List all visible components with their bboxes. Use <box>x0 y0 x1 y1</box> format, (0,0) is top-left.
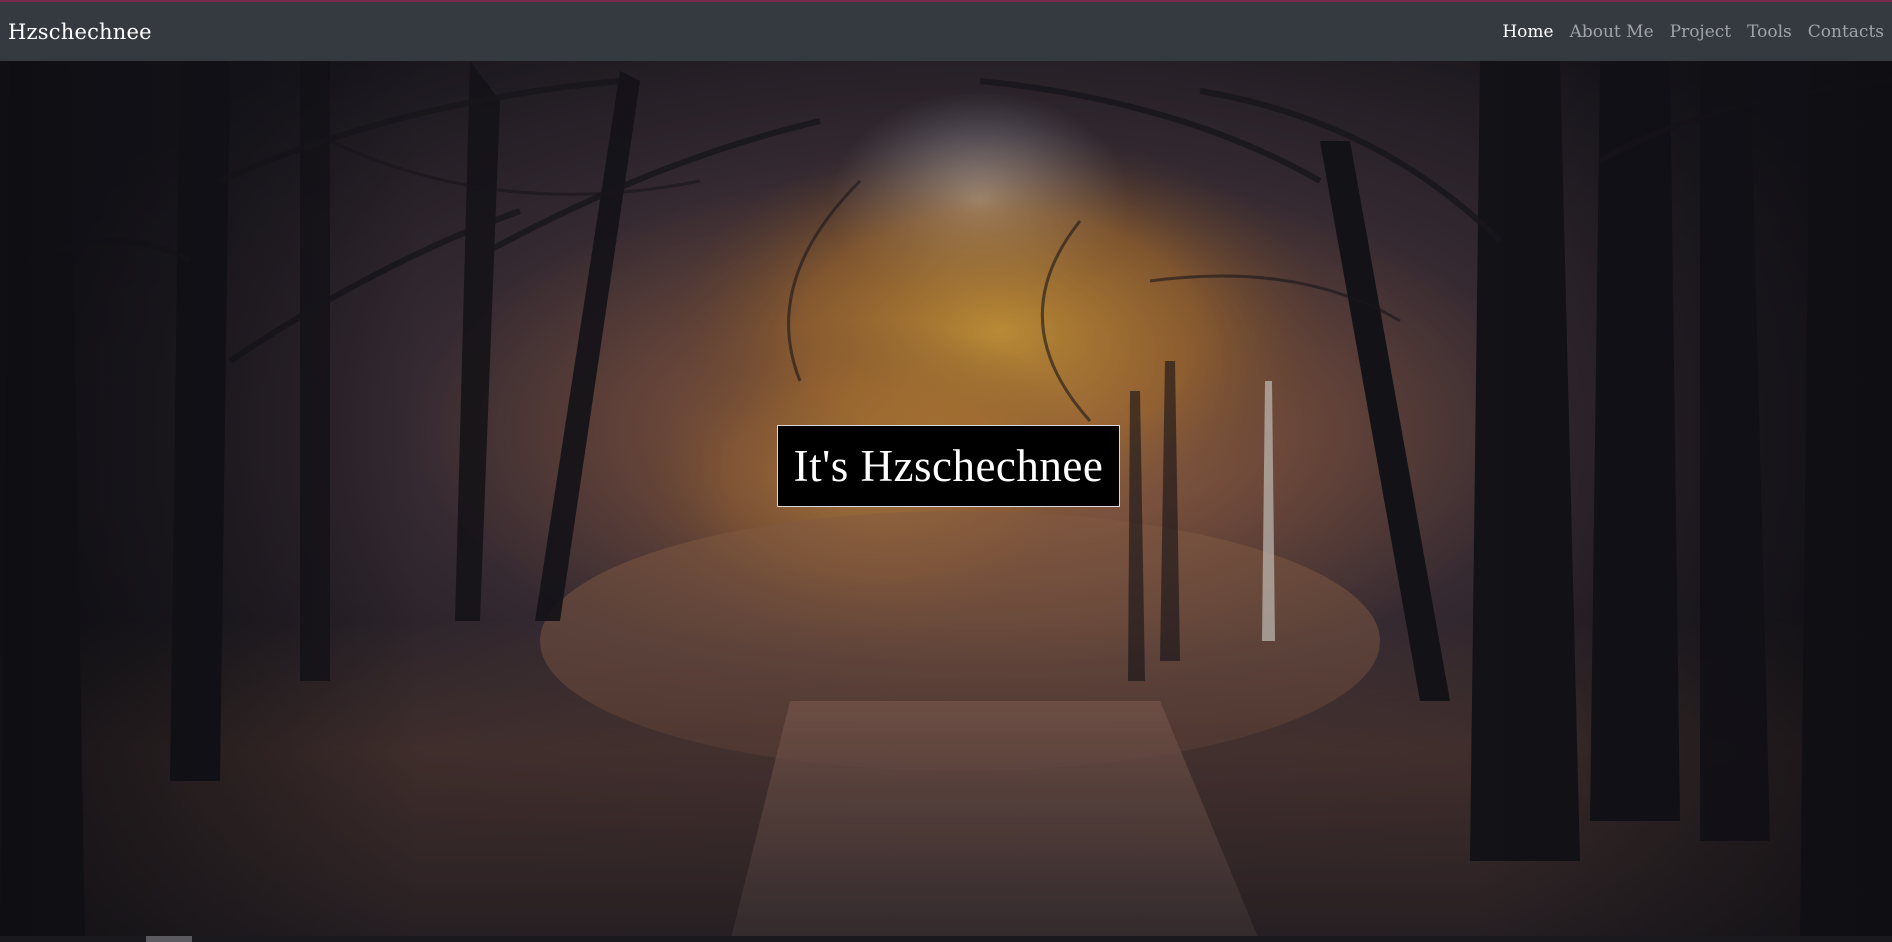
horizontal-scrollbar[interactable] <box>0 936 1892 942</box>
nav-link-home[interactable]: Home <box>1502 22 1553 42</box>
nav-link-contacts[interactable]: Contacts <box>1808 22 1884 42</box>
nav-links: Home About Me Project Tools Contacts <box>1486 22 1884 42</box>
scrollbar-thumb[interactable] <box>146 936 192 942</box>
headline-box: It's Hzschechnee <box>777 425 1120 507</box>
page: Hzschechnee Home About Me Project Tools … <box>0 0 1892 942</box>
hero-section: It's Hzschechnee <box>0 61 1892 942</box>
hero-headline: It's Hzschechnee <box>793 441 1104 491</box>
nav-link-project[interactable]: Project <box>1670 22 1731 42</box>
nav-link-about-me[interactable]: About Me <box>1570 22 1654 42</box>
navbar: Hzschechnee Home About Me Project Tools … <box>0 2 1892 61</box>
nav-link-tools[interactable]: Tools <box>1747 22 1792 42</box>
brand-link[interactable]: Hzschechnee <box>8 20 152 44</box>
